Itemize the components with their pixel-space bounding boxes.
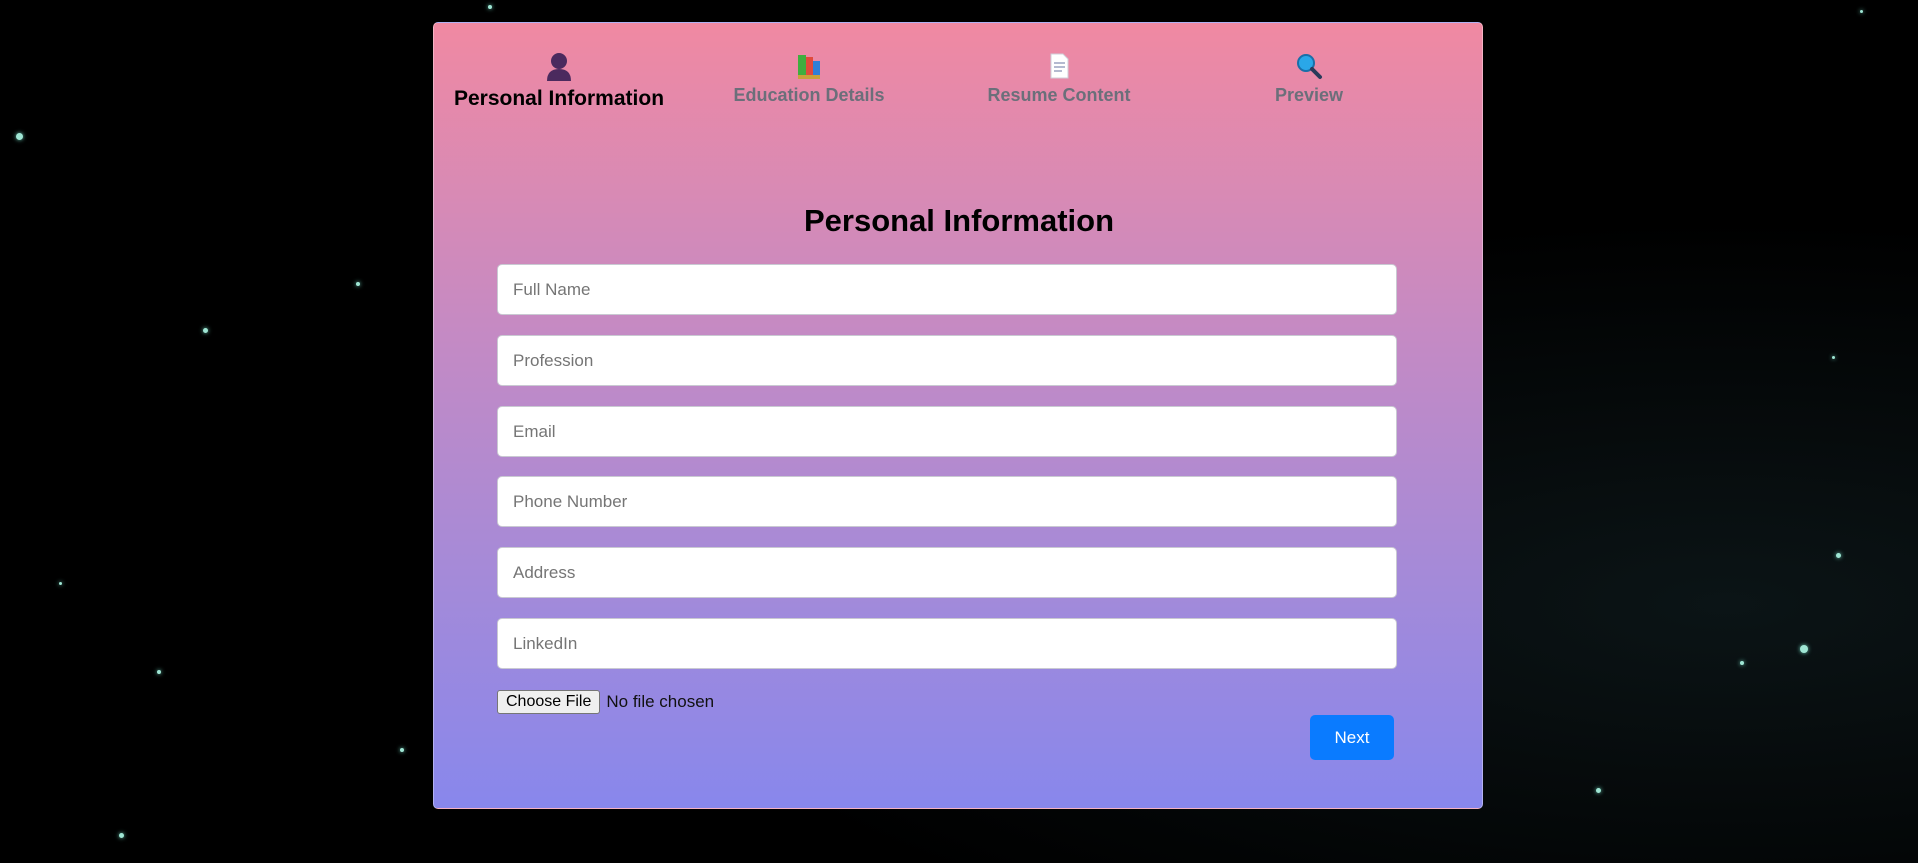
email-input[interactable] (497, 406, 1397, 457)
step-resume-content[interactable]: Resume Content (934, 51, 1184, 106)
resume-form-card: Personal Information Education Details R… (433, 22, 1483, 809)
books-icon (794, 51, 824, 81)
file-upload: Choose File No file chosen (497, 689, 714, 715)
step-navigation: Personal Information Education Details R… (434, 51, 1484, 141)
star (59, 582, 62, 585)
star (1800, 645, 1808, 653)
step-label: Resume Content (987, 85, 1131, 105)
star (157, 670, 161, 674)
star (1836, 553, 1841, 558)
person-icon (544, 51, 574, 81)
star (1832, 356, 1835, 359)
star (400, 748, 404, 752)
step-preview[interactable]: Preview (1184, 51, 1434, 106)
star (1596, 788, 1601, 793)
profession-input[interactable] (497, 335, 1397, 386)
phone-number-input[interactable] (497, 476, 1397, 527)
step-label: Education Details (733, 85, 885, 105)
address-input[interactable] (497, 547, 1397, 598)
star (488, 5, 492, 9)
star (356, 282, 360, 286)
star (119, 833, 124, 838)
choose-file-button[interactable]: Choose File (497, 690, 601, 714)
star (203, 328, 208, 333)
step-education-details[interactable]: Education Details (684, 51, 934, 106)
step-label: Preview (1274, 85, 1344, 105)
step-label: Personal Information (453, 87, 665, 110)
form-title: Personal Information (803, 203, 1115, 238)
linkedin-input[interactable] (497, 618, 1397, 669)
document-icon (1044, 51, 1074, 81)
next-button[interactable]: Next (1310, 715, 1394, 760)
star (1740, 661, 1744, 665)
file-status: No file chosen (606, 692, 715, 711)
star (1860, 10, 1863, 13)
star (16, 133, 23, 140)
magnifier-icon (1294, 51, 1324, 81)
step-personal-information[interactable]: Personal Information (434, 51, 684, 111)
full-name-input[interactable] (497, 264, 1397, 315)
